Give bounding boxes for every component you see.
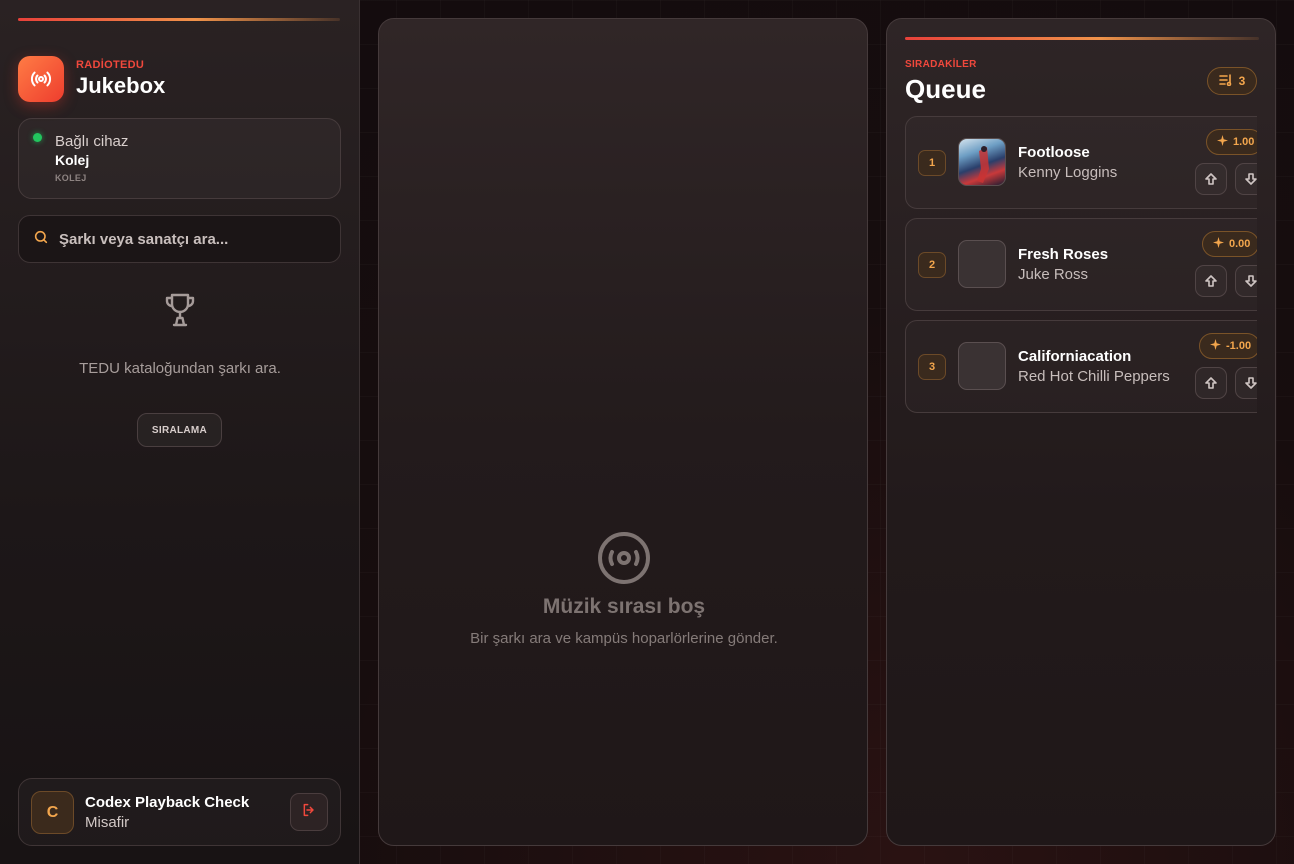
- logout-button[interactable]: [290, 793, 328, 831]
- arrow-down-icon: [1245, 275, 1257, 287]
- song-artist: Juke Ross: [1018, 266, 1089, 283]
- queue-count: 3: [1238, 74, 1246, 88]
- connected-device-card[interactable]: Bağlı cihaz Kolej KOLEJ: [18, 118, 341, 199]
- brand-kicker: RADİOTEDU: [76, 59, 145, 71]
- queue-position: 1: [918, 150, 946, 176]
- score-value: 0.00: [1229, 238, 1251, 250]
- arrow-down-icon: [1245, 173, 1257, 185]
- search-icon: [33, 229, 49, 250]
- arrow-down-icon: [1245, 377, 1257, 389]
- song-title: Fresh Roses: [1018, 246, 1109, 263]
- downvote-button[interactable]: [1235, 163, 1257, 195]
- brand: RADİOTEDU Jukebox: [18, 56, 165, 102]
- user-card: C Codex Playback Check Misafir: [18, 778, 341, 846]
- score-badge: -1.00: [1199, 333, 1257, 359]
- song-title: Californiacation: [1018, 348, 1132, 365]
- player-panel: Müzik sırası boş Bir şarkı ara ve kampüs…: [378, 18, 868, 846]
- song-artist: Kenny Loggins: [1018, 164, 1118, 181]
- app-title: Jukebox: [76, 73, 166, 98]
- sparkle-icon: [1210, 339, 1221, 353]
- device-label: Bağlı cihaz: [55, 133, 129, 150]
- song-title: Footloose: [1018, 144, 1090, 161]
- queue-position: 3: [918, 354, 946, 380]
- arrow-up-icon: [1205, 275, 1217, 287]
- sidebar: RADİOTEDU Jukebox Bağlı cihaz Kolej KOLE…: [0, 0, 360, 864]
- broadcast-icon: [18, 56, 64, 102]
- empty-queue-subtitle: Bir şarkı ara ve kampüs hoparlörlerine g…: [470, 630, 778, 647]
- ranking-button[interactable]: SIRALAMA: [137, 413, 222, 447]
- queue-panel: SIRADAKİLER Queue 3 1 Footloose Kenny Lo…: [886, 18, 1276, 846]
- queue-item: 3 Californiacation Red Hot Chilli Pepper…: [905, 320, 1257, 413]
- sparkle-icon: [1217, 135, 1228, 149]
- queue-accent-bar: [905, 37, 1259, 40]
- album-art-placeholder: [958, 342, 1006, 390]
- score-badge: 0.00: [1202, 231, 1257, 257]
- queue-count-badge: 3: [1207, 67, 1257, 95]
- catalog-hint: TEDU kataloğundan şarkı ara.: [79, 360, 281, 377]
- album-art: [958, 138, 1006, 186]
- sparkle-icon: [1213, 237, 1224, 251]
- score-badge: 1.00: [1206, 129, 1257, 155]
- score-value: 1.00: [1233, 136, 1255, 148]
- avatar: C: [31, 791, 74, 834]
- device-name: Kolej: [55, 152, 90, 168]
- queue-title: Queue: [905, 74, 986, 104]
- sidebar-accent-bar: [18, 18, 340, 21]
- queue-position: 2: [918, 252, 946, 278]
- upvote-button[interactable]: [1195, 163, 1227, 195]
- search-box[interactable]: [18, 215, 341, 263]
- logout-icon: [301, 802, 317, 823]
- upvote-button[interactable]: [1195, 367, 1227, 399]
- queue-item: 2 Fresh Roses Juke Ross 0.00: [905, 218, 1257, 311]
- downvote-button[interactable]: [1235, 367, 1257, 399]
- user-name: Codex Playback Check: [85, 794, 250, 811]
- queue-item: 1 Footloose Kenny Loggins 1.00: [905, 116, 1257, 209]
- device-status-dot: [33, 133, 42, 142]
- score-value: -1.00: [1226, 340, 1252, 352]
- queue-kicker: SIRADAKİLER: [905, 59, 977, 70]
- playlist-icon: [1218, 73, 1233, 89]
- downvote-button[interactable]: [1235, 265, 1257, 297]
- trophy-icon: [163, 292, 197, 333]
- arrow-up-icon: [1205, 173, 1217, 185]
- user-role: Misafir: [85, 814, 130, 831]
- album-art-placeholder: [958, 240, 1006, 288]
- device-code: KOLEJ: [55, 173, 87, 183]
- song-artist: Red Hot Chilli Peppers: [1018, 368, 1170, 385]
- queue-list: 1 Footloose Kenny Loggins 1.00 2 Fresh R…: [905, 116, 1257, 436]
- search-input[interactable]: [59, 230, 329, 248]
- empty-queue-title: Müzik sırası boş: [542, 595, 706, 618]
- disc-icon: [597, 531, 651, 590]
- upvote-button[interactable]: [1195, 265, 1227, 297]
- arrow-up-icon: [1205, 377, 1217, 389]
